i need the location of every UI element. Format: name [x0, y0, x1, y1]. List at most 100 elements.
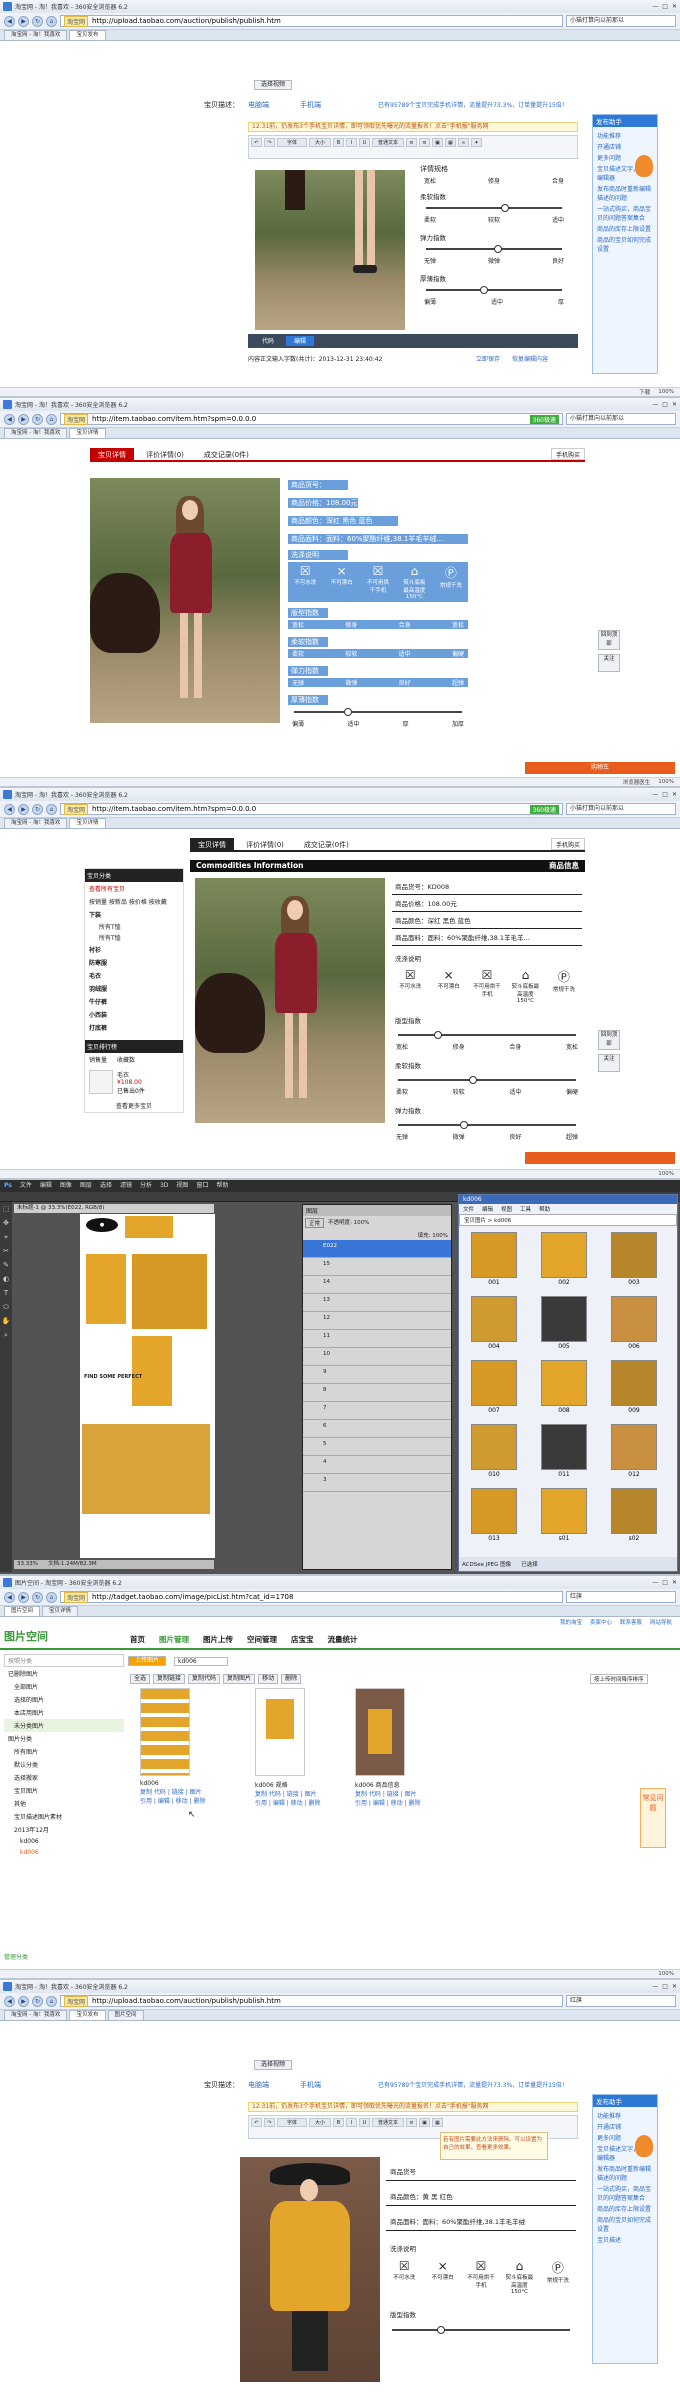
- tab-taobao[interactable]: 淘宝网 - 淘！我喜欢: [4, 428, 68, 438]
- forward-icon[interactable]: ▶: [18, 1591, 29, 1603]
- tree-item[interactable]: 2013年12月: [4, 1823, 124, 1836]
- follow-button[interactable]: 关注: [598, 1054, 620, 1072]
- back-icon[interactable]: ◀: [4, 1995, 15, 2007]
- slider-knob[interactable]: [500, 204, 509, 212]
- edit-tab[interactable]: 编辑: [286, 336, 315, 346]
- layer-row[interactable]: 15: [303, 1258, 451, 1276]
- acdsee-thumb[interactable]: [541, 1232, 587, 1278]
- tab-mobile[interactable]: 手机端: [300, 100, 321, 110]
- url-bar[interactable]: 淘宝网 http://item.taobao.com/item.htm?spm=…: [60, 803, 563, 815]
- url-bar[interactable]: 淘宝网 http://item.taobao.com/item.htm?spm=…: [60, 413, 563, 425]
- rank-item[interactable]: 毛衣 ¥108.00 已售出0件: [85, 1066, 183, 1099]
- tree-item[interactable]: 未分类图片: [4, 1719, 124, 1732]
- slider-knob[interactable]: [494, 245, 502, 253]
- image-actions[interactable]: 引用 | 编辑 | 移动 | 删除: [140, 1796, 240, 1805]
- size-select[interactable]: 大小: [309, 138, 331, 147]
- tab-pc[interactable]: 电脑端: [248, 100, 269, 110]
- search-input[interactable]: 红旗: [566, 1995, 676, 2007]
- tree-item[interactable]: 其他: [4, 1797, 124, 1810]
- layer-row[interactable]: 12: [303, 1312, 451, 1330]
- tab-reviews[interactable]: 评价详情(0): [138, 448, 192, 460]
- url-bar[interactable]: 淘宝网 http://upload.taobao.com/auction/pub…: [60, 15, 563, 27]
- fit-slider[interactable]: [392, 2326, 570, 2334]
- faq-widget[interactable]: 常见问题: [640, 1788, 666, 1848]
- ps-menu-item[interactable]: 分析: [140, 1180, 152, 1192]
- maximize-icon[interactable]: □: [662, 1983, 668, 1990]
- search-input[interactable]: 小猫打算向以前那以: [566, 413, 676, 425]
- acdsee-menu-item[interactable]: 帮助: [539, 1205, 550, 1213]
- acdsee-menu-item[interactable]: 文件: [463, 1205, 474, 1213]
- acdsee-menu-item[interactable]: 视图: [501, 1205, 512, 1213]
- tab-image-space[interactable]: 图片空间: [107, 2010, 144, 2020]
- layer-row[interactable]: 9: [303, 1366, 451, 1384]
- ps-doc-tab[interactable]: 未标题-1 @ 33.3%(E022, RGB/8): [14, 1204, 214, 1213]
- help-item[interactable]: 一站式购买，商品宝贝的问题答案集合: [597, 2184, 653, 2202]
- image-actions[interactable]: 引用 | 编辑 | 移动 | 删除: [355, 1798, 455, 1807]
- ps-menu-item[interactable]: 文件: [20, 1180, 32, 1192]
- elastic-slider[interactable]: [398, 1121, 576, 1129]
- cat-leggings[interactable]: 打底裤: [85, 1021, 183, 1034]
- ps-menu-item[interactable]: 编辑: [40, 1180, 52, 1192]
- cat-coldwear[interactable]: 防寒服: [85, 956, 183, 969]
- font-select[interactable]: 字体: [277, 2118, 307, 2127]
- table-icon[interactable]: ▦: [445, 138, 456, 147]
- ps-menu-item[interactable]: 帮助: [216, 1180, 228, 1192]
- tree-item[interactable]: 已删除图片: [4, 1667, 124, 1680]
- tab-records[interactable]: 成交记录(0件): [296, 838, 357, 850]
- close-icon[interactable]: ✕: [672, 401, 677, 408]
- opacity-field[interactable]: 不透明度: 100%: [328, 1218, 369, 1228]
- back-to-top-button[interactable]: 回到顶部: [598, 1030, 620, 1050]
- slider-knob[interactable]: [436, 2326, 445, 2334]
- acdsee-thumb[interactable]: [471, 1232, 517, 1278]
- refresh-icon[interactable]: ↻: [32, 1995, 43, 2007]
- help-item[interactable]: 宝贝描述: [597, 2235, 653, 2244]
- back-to-top-button[interactable]: 回到顶部: [598, 630, 620, 650]
- image-thumb[interactable]: [140, 1688, 190, 1776]
- blend-mode-select[interactable]: 正常: [305, 1218, 325, 1228]
- copy-image-button[interactable]: 复制图片: [223, 1674, 256, 1684]
- top-link[interactable]: 网站导航: [650, 1618, 672, 1627]
- tree-item[interactable]: 默认分类: [4, 1758, 124, 1771]
- forward-icon[interactable]: ▶: [18, 1995, 29, 2007]
- refresh-icon[interactable]: ↻: [32, 1591, 43, 1603]
- nav-item[interactable]: 店宝宝: [291, 1634, 314, 1645]
- tree-item[interactable]: kd006: [4, 1847, 124, 1858]
- redo-icon[interactable]: ↷: [264, 138, 275, 147]
- ps-canvas[interactable]: ● FIND SOME PERFECT: [80, 1214, 215, 1558]
- select-video-button[interactable]: 选择视频: [254, 80, 292, 90]
- help-item[interactable]: 功能推荐: [597, 131, 653, 140]
- slider-knob[interactable]: [469, 1076, 478, 1084]
- close-icon[interactable]: ✕: [672, 3, 677, 10]
- underline-icon[interactable]: U: [359, 2118, 370, 2127]
- nav-item[interactable]: 空间管理: [247, 1634, 277, 1645]
- back-icon[interactable]: ◀: [4, 413, 15, 425]
- cat-bottoms[interactable]: 下装: [85, 908, 183, 921]
- nav-item[interactable]: 图片管理: [159, 1634, 189, 1645]
- acdsee-thumb[interactable]: [541, 1360, 587, 1406]
- fit-slider[interactable]: [398, 1031, 576, 1039]
- cat-tshirt[interactable]: 所有T恤: [85, 921, 183, 932]
- size-select[interactable]: 大小: [309, 2118, 331, 2127]
- maximize-icon[interactable]: □: [662, 3, 668, 10]
- acdsee-thumb[interactable]: [611, 1360, 657, 1406]
- forward-icon[interactable]: ▶: [18, 803, 29, 815]
- close-icon[interactable]: ✕: [672, 1983, 677, 1990]
- format-select[interactable]: 普通文本: [372, 138, 404, 147]
- ps-menu-item[interactable]: 滤镜: [120, 1180, 132, 1192]
- tab-publish[interactable]: 宝贝发布: [69, 2010, 106, 2020]
- tree-item[interactable]: 图片分类: [4, 1732, 124, 1745]
- image-links[interactable]: 复制 代码 | 链接 | 图片: [255, 1789, 355, 1798]
- minimize-icon[interactable]: —: [652, 3, 658, 10]
- tree-item[interactable]: 本店用图片: [4, 1706, 124, 1719]
- sort-select[interactable]: 按上传时间降序排序: [590, 1674, 648, 1684]
- undo-icon[interactable]: ↶: [251, 2118, 262, 2127]
- image-actions[interactable]: 引用 | 编辑 | 移动 | 删除: [255, 1798, 355, 1807]
- image-icon[interactable]: ▣: [419, 2118, 430, 2127]
- tab-mobile[interactable]: 手机端: [300, 2080, 321, 2090]
- acdsee-thumb[interactable]: [611, 1488, 657, 1534]
- slider-knob[interactable]: [480, 286, 489, 294]
- help-item[interactable]: 商品的宝贝如何完成设置: [597, 2215, 653, 2233]
- slider-knob[interactable]: [460, 1121, 469, 1129]
- link-icon[interactable]: ∞: [458, 138, 469, 147]
- home-icon[interactable]: ⌂: [46, 1995, 57, 2007]
